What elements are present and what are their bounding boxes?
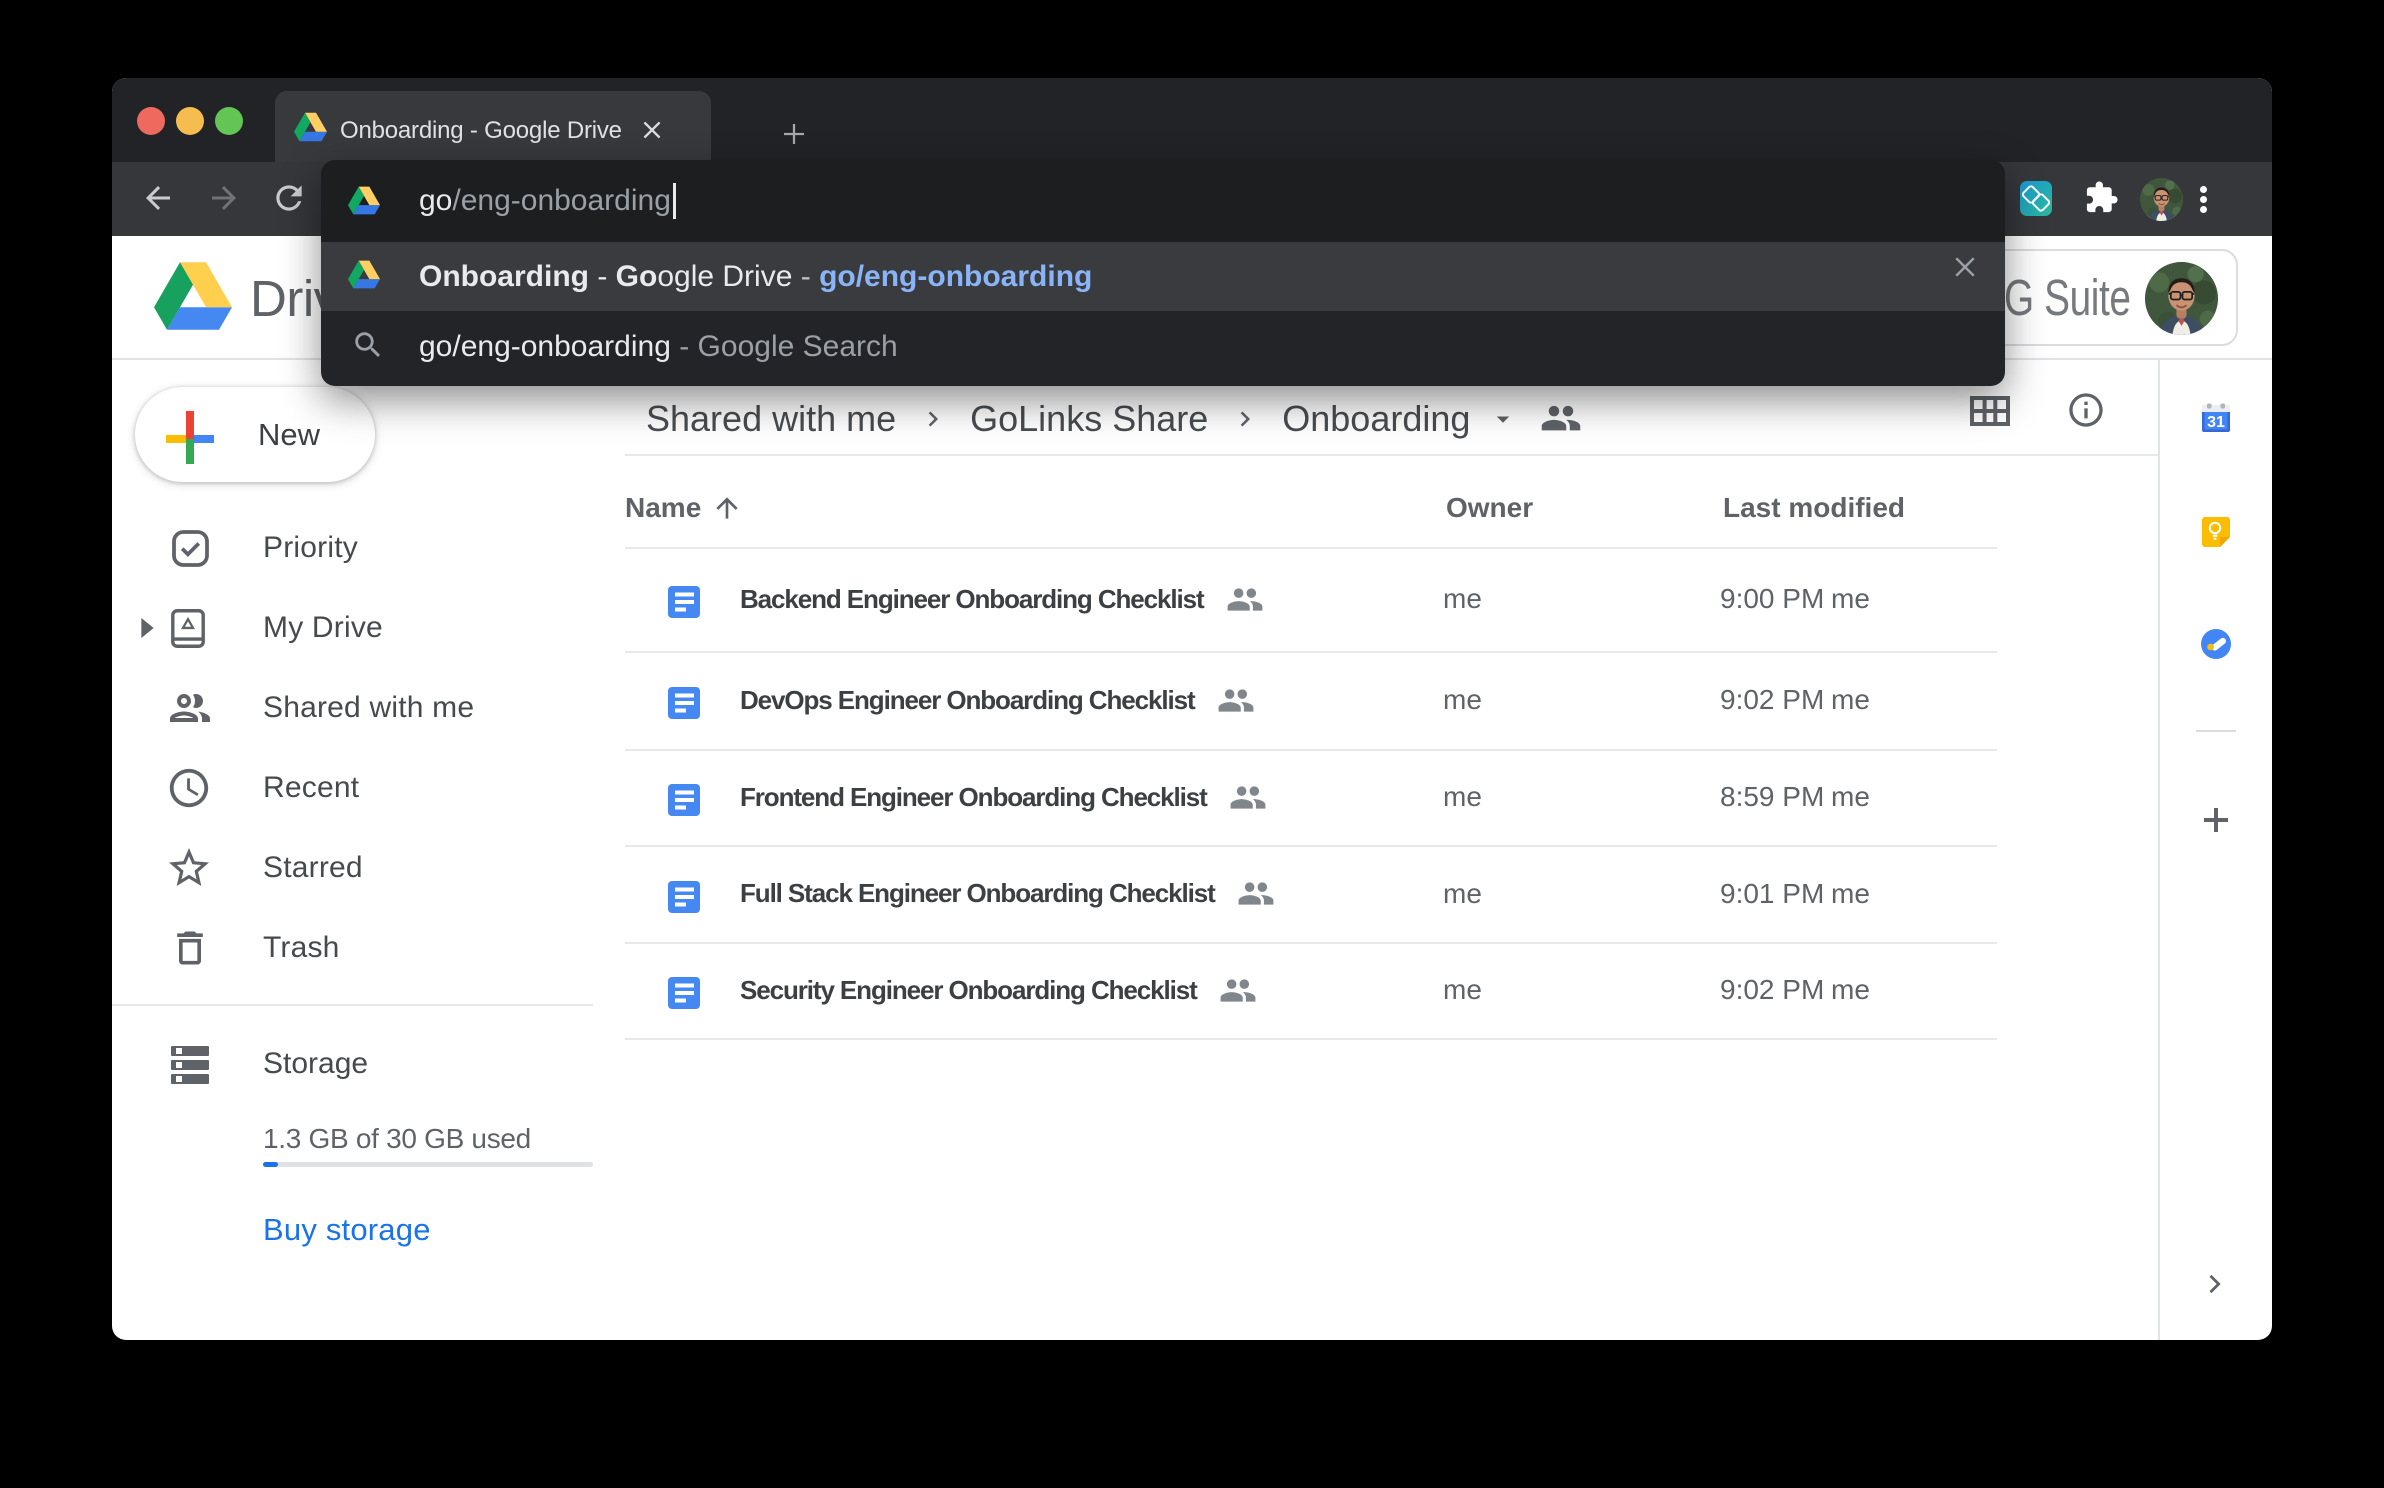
svg-text:31: 31 — [2207, 414, 2225, 431]
